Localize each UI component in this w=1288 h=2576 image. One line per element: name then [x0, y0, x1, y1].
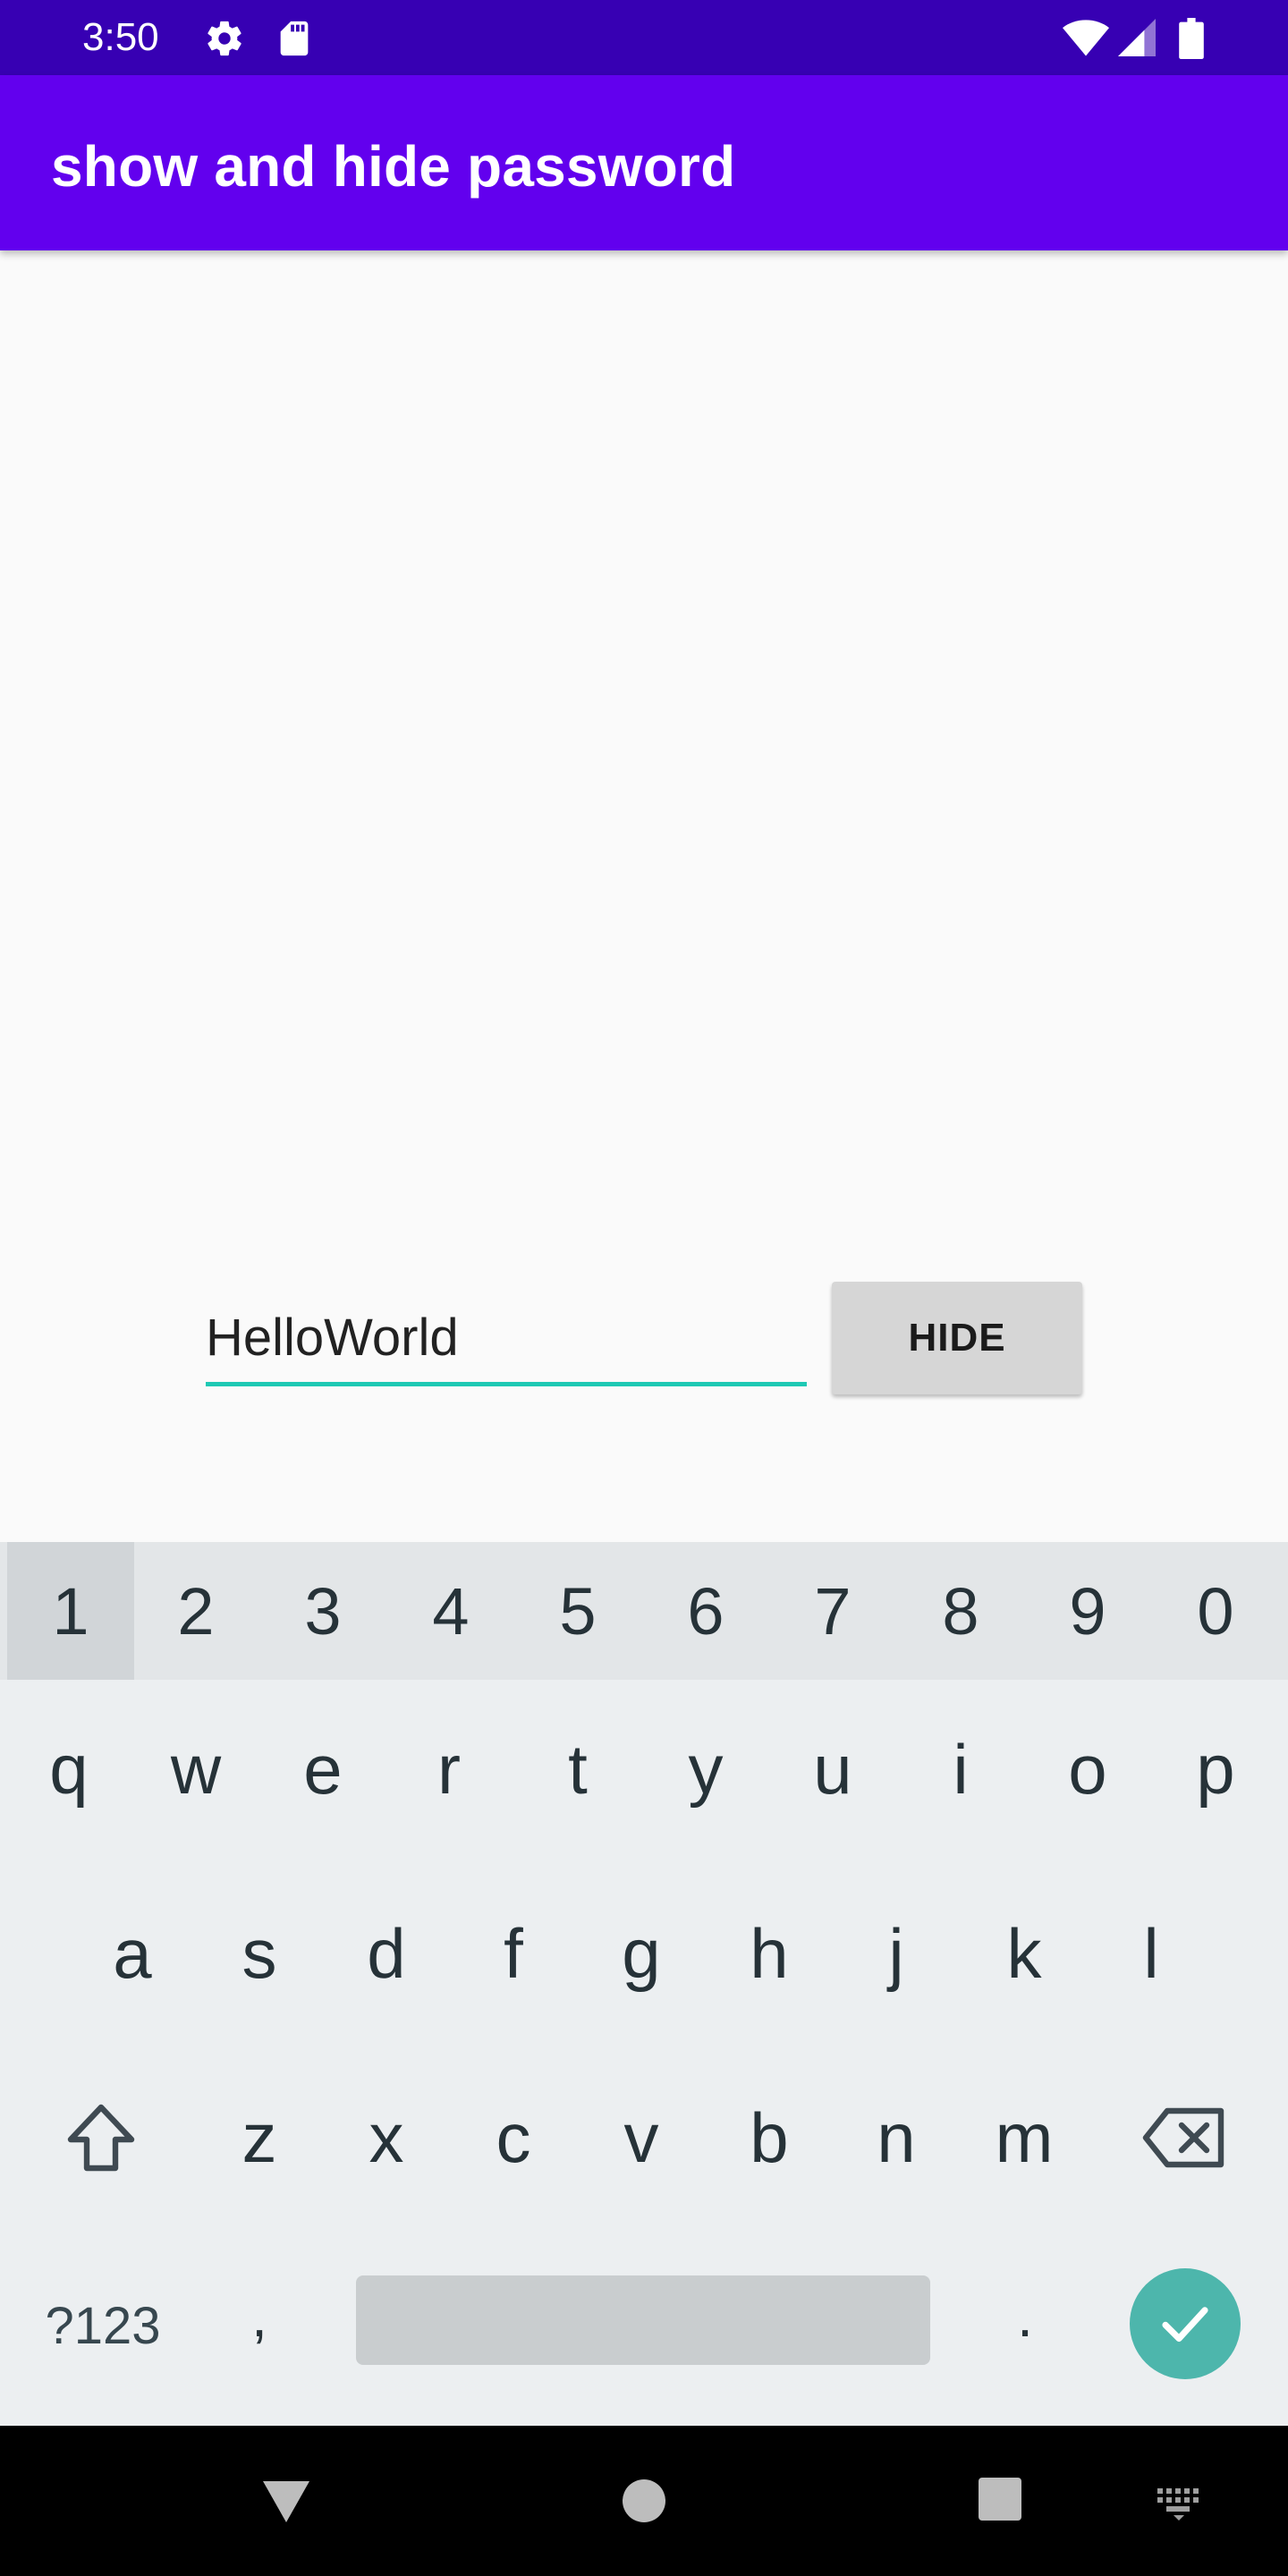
key-o[interactable]: o [1024, 1680, 1151, 1859]
key-u[interactable]: u [769, 1680, 896, 1859]
comma-key[interactable]: , [197, 2227, 322, 2406]
key-v[interactable]: v [578, 2048, 705, 2227]
gear-icon [208, 21, 242, 56]
key-r[interactable]: r [386, 1680, 513, 1859]
shift-key[interactable] [38, 2048, 165, 2227]
battery-icon [1179, 18, 1204, 59]
key-b[interactable]: b [706, 2048, 833, 2227]
key-a[interactable]: a [69, 1864, 196, 2043]
key-3[interactable]: 3 [259, 1542, 386, 1680]
backspace-key[interactable] [1122, 2048, 1249, 2227]
keyboard-row-zxcv: z x c v b n m [0, 2048, 1288, 2227]
key-6[interactable]: 6 [642, 1542, 769, 1680]
key-g[interactable]: g [578, 1864, 705, 2043]
key-h[interactable]: h [706, 1864, 833, 2043]
key-y[interactable]: y [642, 1680, 769, 1859]
key-w[interactable]: w [132, 1680, 259, 1859]
key-p[interactable]: p [1152, 1680, 1279, 1859]
key-x[interactable]: x [323, 2048, 450, 2227]
keyboard-row-qwerty: q w e r t y u i o p [0, 1680, 1288, 1859]
key-s[interactable]: s [196, 1864, 323, 2043]
app-bar: show and hide password [0, 75, 1288, 250]
signal-icon [1118, 19, 1156, 56]
key-9[interactable]: 9 [1024, 1542, 1151, 1680]
symbols-key[interactable]: ?123 [18, 2236, 188, 2415]
enter-key[interactable] [1130, 2268, 1241, 2379]
status-time: 3:50 [82, 15, 159, 59]
key-m[interactable]: m [961, 2048, 1088, 2227]
hide-button[interactable]: HIDE [832, 1282, 1082, 1394]
key-n[interactable]: n [833, 2048, 960, 2227]
back-icon[interactable] [259, 2476, 313, 2526]
key-k[interactable]: k [961, 1864, 1088, 2043]
key-1[interactable]: 1 [7, 1542, 134, 1680]
keyboard-switch-icon[interactable] [1154, 2485, 1204, 2521]
key-f[interactable]: f [450, 1864, 577, 2043]
key-0[interactable]: 0 [1152, 1542, 1279, 1680]
navigation-bar [0, 2426, 1288, 2576]
key-2[interactable]: 2 [132, 1542, 259, 1680]
key-e[interactable]: e [259, 1680, 386, 1859]
backspace-icon [1142, 2107, 1224, 2168]
wifi-icon [1063, 20, 1109, 56]
sd-card-icon [280, 21, 309, 56]
keyboard-row-asdf: a s d f g h j k l [0, 1864, 1288, 2043]
key-7[interactable]: 7 [769, 1542, 896, 1680]
key-j[interactable]: j [833, 1864, 960, 2043]
checkmark-icon [1162, 2307, 1208, 2343]
period-key[interactable]: . [962, 2227, 1088, 2406]
soft-keyboard: 1 2 3 4 5 6 7 8 9 0 q w e r t y u i o p … [0, 1542, 1288, 2426]
key-d[interactable]: d [323, 1864, 450, 2043]
app-title: show and hide password [51, 134, 736, 199]
status-bar: 3:50 [0, 0, 1288, 75]
password-field[interactable] [206, 1293, 807, 1386]
space-key[interactable] [356, 2275, 930, 2365]
key-q[interactable]: q [5, 1680, 132, 1859]
key-t[interactable]: t [514, 1680, 641, 1859]
key-i[interactable]: i [897, 1680, 1024, 1859]
key-4[interactable]: 4 [387, 1542, 514, 1680]
home-icon[interactable] [619, 2476, 669, 2526]
keyboard-number-row: 1 2 3 4 5 6 7 8 9 0 [0, 1542, 1288, 1680]
key-8[interactable]: 8 [897, 1542, 1024, 1680]
key-z[interactable]: z [196, 2048, 323, 2227]
key-c[interactable]: c [450, 2048, 577, 2227]
recents-icon[interactable] [977, 2476, 1023, 2522]
shift-icon [67, 2104, 135, 2172]
key-5[interactable]: 5 [514, 1542, 641, 1680]
key-l[interactable]: l [1088, 1864, 1215, 2043]
